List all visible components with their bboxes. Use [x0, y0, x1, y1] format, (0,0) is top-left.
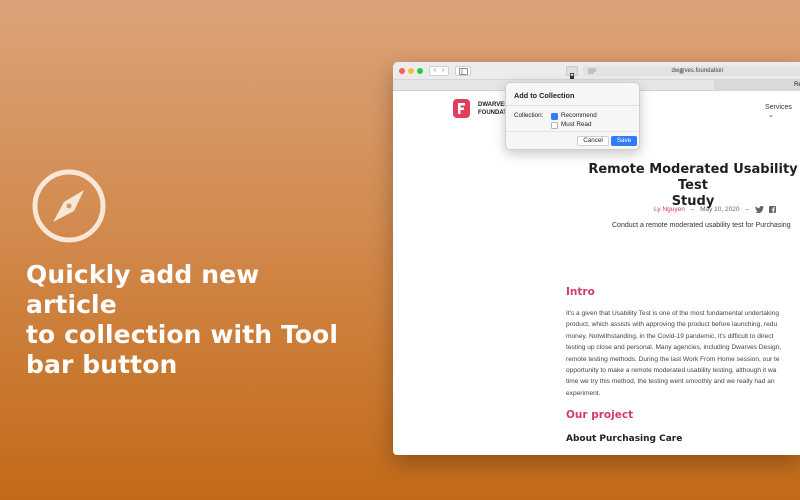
promo-headline: Quickly add new article to collection wi…	[26, 260, 346, 380]
divider	[506, 105, 639, 106]
recommend-checkbox[interactable]	[551, 113, 558, 125]
headline-line-3: bar button	[26, 350, 178, 379]
project-heading: Our project	[566, 409, 634, 421]
minimize-window-button[interactable]	[408, 68, 414, 74]
must-read-label[interactable]: Must Read	[561, 121, 591, 128]
save-button[interactable]: Save	[611, 136, 637, 146]
brand-line-2: FOUNDAT	[478, 110, 507, 116]
twitter-icon[interactable]	[754, 206, 764, 214]
facebook-icon[interactable]	[768, 206, 776, 213]
logo-icon	[458, 103, 465, 114]
intro-body: It's a given that Usability Test is one …	[566, 310, 782, 397]
forward-icon[interactable]: ›	[442, 67, 444, 74]
article-meta: Ly Nguyen – May 10, 2020 –	[654, 206, 776, 214]
nav-services[interactable]: Services ⌄	[765, 104, 800, 119]
zoom-window-button[interactable]	[417, 68, 423, 74]
article-subtitle: Conduct a remote moderated usability tes…	[612, 222, 791, 229]
back-forward-buttons[interactable]: ‹ ›	[429, 66, 449, 76]
tab-current[interactable]: Re	[714, 80, 800, 91]
article-date: May 10, 2020	[700, 206, 740, 214]
site-logo[interactable]	[453, 99, 470, 118]
headline-line-2: to collection with Tool	[26, 320, 339, 349]
popover-title: Add to Collection	[514, 91, 575, 100]
collection-icon	[570, 73, 574, 79]
chevron-down-icon: ⌄	[768, 112, 774, 119]
back-icon[interactable]: ‹	[434, 67, 436, 74]
project-subheading: About Purchasing Care	[566, 434, 683, 444]
tab-label: Re	[794, 82, 800, 88]
add-to-collection-popover: Add to Collection Collection: Recommend …	[505, 82, 640, 150]
intro-heading: Intro	[566, 286, 595, 298]
brand-line-1: DWARVES	[478, 102, 509, 108]
cancel-button[interactable]: Cancel	[577, 136, 609, 146]
article-title: Remote Moderated Usability Test Study	[573, 162, 800, 210]
sidebar-button[interactable]	[455, 66, 471, 76]
lock-icon	[679, 68, 684, 74]
browser-window: ‹ › dwarves.foundation R DWARVES FOUNDAT…	[393, 62, 800, 455]
meta-separator: –	[745, 206, 749, 214]
browser-toolbar: ‹ › dwarves.foundation	[393, 62, 800, 80]
add-to-collection-toolbar-button[interactable]	[566, 66, 578, 79]
headline-line-1: Quickly add new article	[26, 260, 260, 319]
collection-label: Collection:	[514, 112, 544, 119]
compass-icon	[32, 169, 106, 243]
author-link[interactable]: Ly Nguyen	[654, 206, 685, 213]
sidebar-icon	[458, 67, 468, 75]
must-read-checkbox[interactable]	[551, 122, 558, 129]
article-title-line-1: Remote Moderated Usability Test	[588, 162, 798, 193]
recommend-label[interactable]: Recommend	[561, 112, 597, 119]
reader-icon	[588, 68, 596, 74]
nav-services-label: Services	[765, 104, 792, 111]
divider	[506, 131, 639, 132]
address-bar[interactable]: dwarves.foundation	[583, 66, 800, 76]
site-brand[interactable]: DWARVES FOUNDAT	[478, 101, 508, 117]
meta-separator: –	[690, 206, 695, 214]
close-window-button[interactable]	[399, 68, 405, 74]
